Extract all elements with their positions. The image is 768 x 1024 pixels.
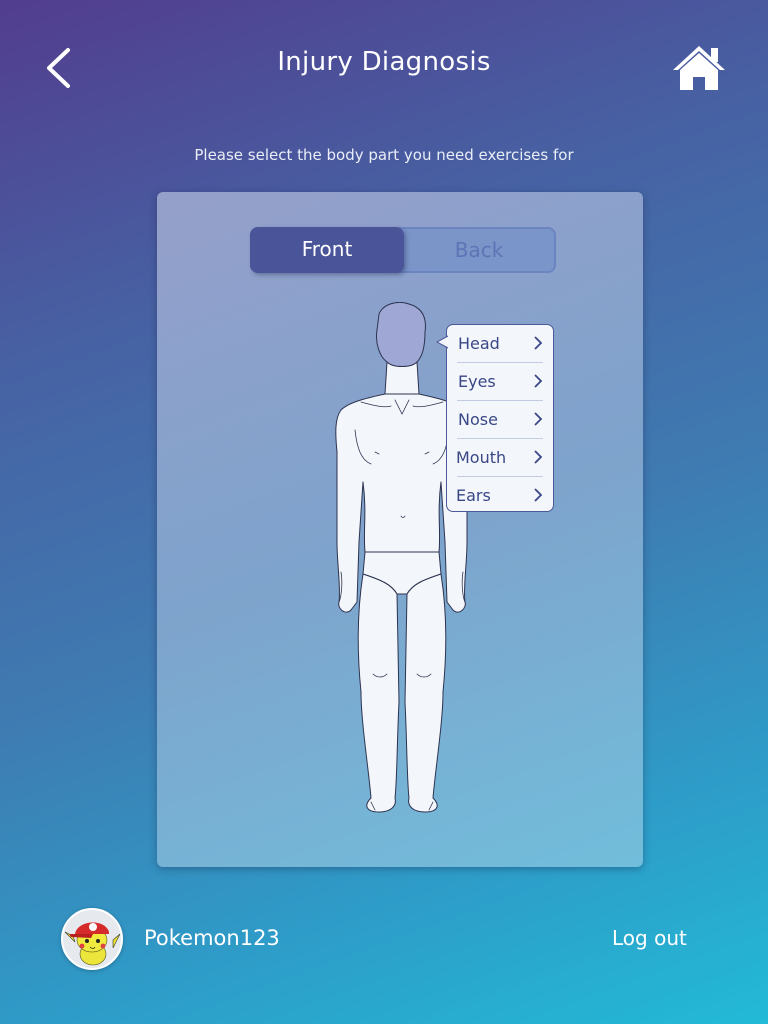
logout-button[interactable]: Log out <box>612 926 687 950</box>
body-selector-panel: Front Back Head Eyes Nose Mouth Ears <box>157 192 643 867</box>
header: Injury Diagnosis <box>0 0 768 130</box>
toggle-front[interactable]: Front <box>250 227 404 273</box>
toggle-back[interactable]: Back <box>404 229 554 271</box>
submenu-label: Ears <box>456 486 491 505</box>
submenu-item-head[interactable]: Head <box>447 325 553 363</box>
chevron-right-icon <box>534 374 543 388</box>
submenu-label: Head <box>458 334 500 353</box>
page-title: Injury Diagnosis <box>277 47 491 77</box>
body-part-right-leg[interactable] <box>404 573 447 813</box>
chevron-right-icon <box>534 488 543 502</box>
submenu-label: Mouth <box>456 448 507 467</box>
view-toggle: Front Back <box>250 227 556 273</box>
body-part-left-leg[interactable] <box>357 573 400 813</box>
submenu-item-nose[interactable]: Nose <box>447 401 553 439</box>
pikachu-avatar-icon <box>63 910 121 968</box>
chevron-right-icon <box>534 336 543 350</box>
footer: Pokemon123 Log out <box>0 880 768 1000</box>
submenu-item-eyes[interactable]: Eyes <box>447 363 553 401</box>
submenu-item-mouth[interactable]: Mouth <box>447 439 553 477</box>
instruction-text: Please select the body part you need exe… <box>194 146 574 164</box>
username: Pokemon123 <box>144 926 280 950</box>
home-button[interactable] <box>668 40 730 96</box>
submenu-label: Eyes <box>458 372 496 391</box>
submenu-label: Nose <box>458 410 498 429</box>
chevron-right-icon <box>534 450 543 464</box>
body-part-submenu: Head Eyes Nose Mouth Ears <box>436 324 554 515</box>
home-icon <box>673 46 725 90</box>
avatar[interactable] <box>61 908 123 970</box>
body-part-head[interactable] <box>376 302 426 367</box>
chevron-right-icon <box>534 412 543 426</box>
submenu-item-ears[interactable]: Ears <box>447 477 553 515</box>
